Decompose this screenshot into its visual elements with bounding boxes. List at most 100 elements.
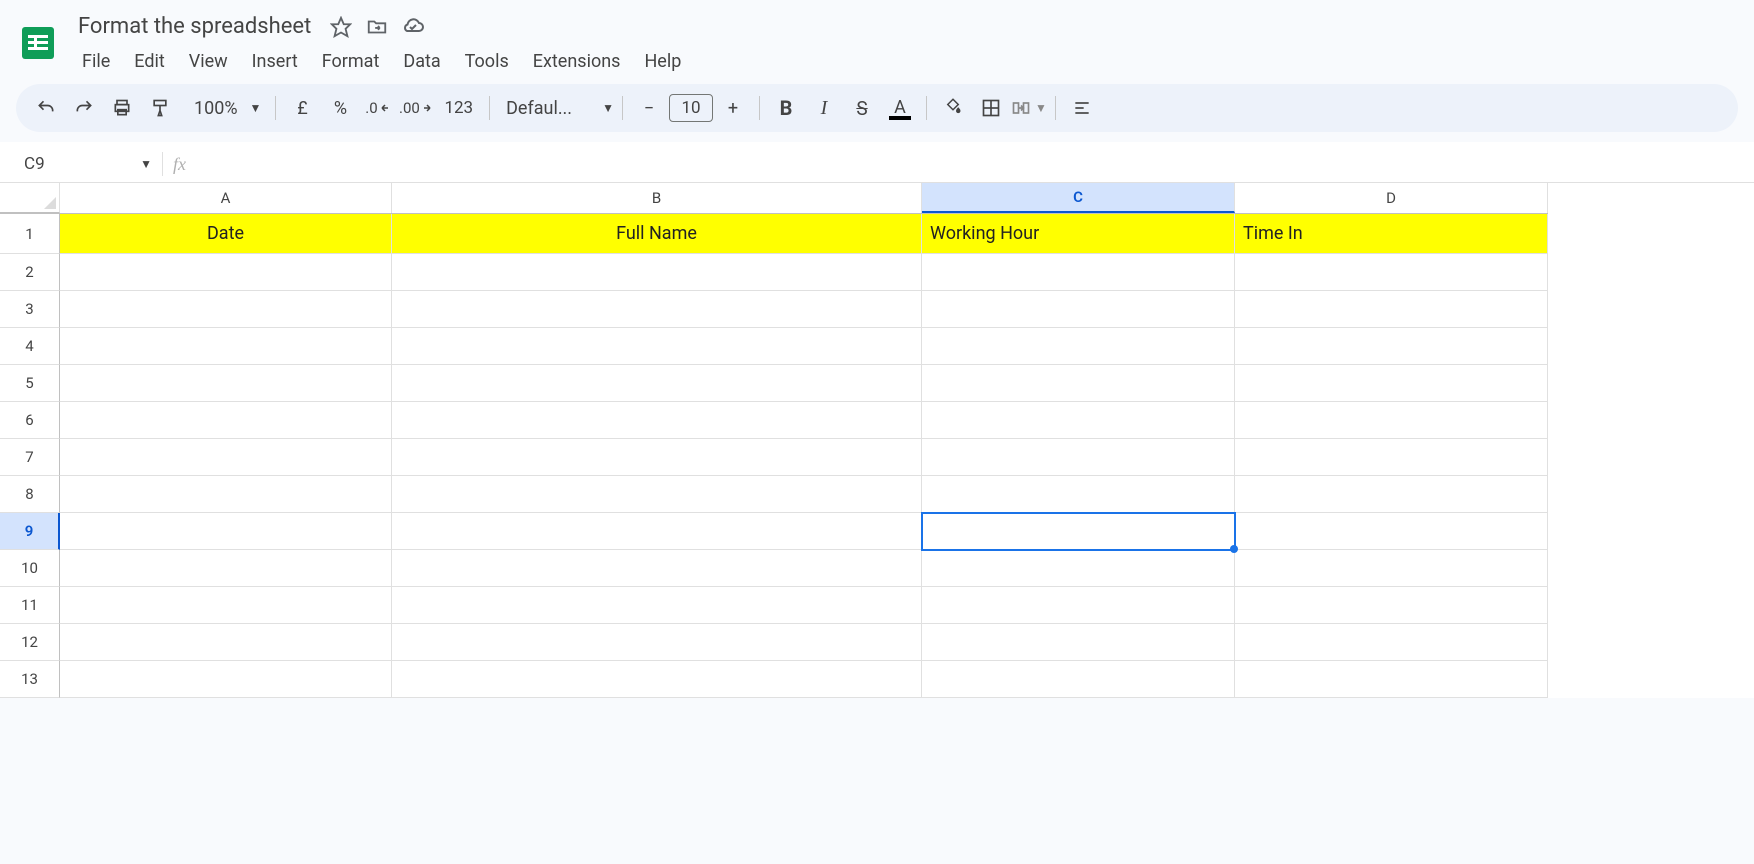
- cell-A6[interactable]: [60, 402, 392, 439]
- cell-C5[interactable]: [922, 365, 1235, 402]
- cell-C4[interactable]: [922, 328, 1235, 365]
- cell-D8[interactable]: [1235, 476, 1548, 513]
- col-header-C[interactable]: C: [922, 183, 1235, 213]
- paint-format-button[interactable]: [142, 90, 178, 126]
- cell-C3[interactable]: [922, 291, 1235, 328]
- strikethrough-button[interactable]: S: [844, 90, 880, 126]
- col-header-D[interactable]: D: [1235, 183, 1548, 213]
- menu-help[interactable]: Help: [634, 47, 691, 76]
- font-size-decrease-button[interactable]: −: [631, 90, 667, 126]
- row-header-3[interactable]: 3: [0, 291, 60, 328]
- cell-A1[interactable]: Date: [60, 214, 392, 254]
- cell-B7[interactable]: [392, 439, 922, 476]
- cell-B4[interactable]: [392, 328, 922, 365]
- font-size-input[interactable]: 10: [669, 94, 713, 122]
- cell-B6[interactable]: [392, 402, 922, 439]
- cell-B8[interactable]: [392, 476, 922, 513]
- cell-A3[interactable]: [60, 291, 392, 328]
- cell-C10[interactable]: [922, 550, 1235, 587]
- cell-D3[interactable]: [1235, 291, 1548, 328]
- cell-B1[interactable]: Full Name: [392, 214, 922, 254]
- cell-B13[interactable]: [392, 661, 922, 698]
- row-header-8[interactable]: 8: [0, 476, 60, 513]
- cell-B11[interactable]: [392, 587, 922, 624]
- currency-button[interactable]: £: [284, 90, 320, 126]
- fill-color-button[interactable]: [935, 90, 971, 126]
- row-header-6[interactable]: 6: [0, 402, 60, 439]
- number-format-button[interactable]: 123: [436, 90, 481, 126]
- cell-B9[interactable]: [392, 513, 922, 550]
- zoom-select[interactable]: 100%▼: [180, 90, 267, 126]
- font-select[interactable]: Defaul...▼: [498, 90, 614, 126]
- cell-B5[interactable]: [392, 365, 922, 402]
- cell-C6[interactable]: [922, 402, 1235, 439]
- row-header-12[interactable]: 12: [0, 624, 60, 661]
- italic-button[interactable]: I: [806, 90, 842, 126]
- menu-format[interactable]: Format: [312, 47, 390, 76]
- horizontal-align-button[interactable]: [1064, 90, 1100, 126]
- row-header-1[interactable]: 1: [0, 214, 60, 254]
- sheets-logo[interactable]: [16, 14, 60, 72]
- row-header-2[interactable]: 2: [0, 254, 60, 291]
- cloud-status-icon[interactable]: [401, 15, 425, 39]
- move-folder-icon[interactable]: [365, 15, 389, 39]
- cell-C7[interactable]: [922, 439, 1235, 476]
- cell-B10[interactable]: [392, 550, 922, 587]
- menu-extensions[interactable]: Extensions: [523, 47, 631, 76]
- cell-C2[interactable]: [922, 254, 1235, 291]
- row-header-5[interactable]: 5: [0, 365, 60, 402]
- cell-D2[interactable]: [1235, 254, 1548, 291]
- menu-tools[interactable]: Tools: [455, 47, 519, 76]
- row-header-10[interactable]: 10: [0, 550, 60, 587]
- name-box[interactable]: C9: [16, 152, 136, 176]
- cell-B2[interactable]: [392, 254, 922, 291]
- cell-A4[interactable]: [60, 328, 392, 365]
- cell-C8[interactable]: [922, 476, 1235, 513]
- cell-D13[interactable]: [1235, 661, 1548, 698]
- row-header-11[interactable]: 11: [0, 587, 60, 624]
- cell-D5[interactable]: [1235, 365, 1548, 402]
- cell-A7[interactable]: [60, 439, 392, 476]
- cell-A13[interactable]: [60, 661, 392, 698]
- redo-button[interactable]: [66, 90, 102, 126]
- menu-insert[interactable]: Insert: [242, 47, 308, 76]
- cell-C11[interactable]: [922, 587, 1235, 624]
- cell-D1[interactable]: Time In: [1235, 214, 1548, 254]
- cell-C13[interactable]: [922, 661, 1235, 698]
- cell-C9[interactable]: [922, 513, 1235, 550]
- cell-D10[interactable]: [1235, 550, 1548, 587]
- cell-D7[interactable]: [1235, 439, 1548, 476]
- cell-A2[interactable]: [60, 254, 392, 291]
- cell-D4[interactable]: [1235, 328, 1548, 365]
- col-header-A[interactable]: A: [60, 183, 392, 213]
- font-size-increase-button[interactable]: +: [715, 90, 751, 126]
- text-color-button[interactable]: A: [882, 90, 918, 126]
- menu-edit[interactable]: Edit: [124, 47, 174, 76]
- cell-D9[interactable]: [1235, 513, 1548, 550]
- menu-data[interactable]: Data: [393, 47, 450, 76]
- row-header-4[interactable]: 4: [0, 328, 60, 365]
- star-icon[interactable]: [329, 15, 353, 39]
- cell-A12[interactable]: [60, 624, 392, 661]
- cell-A9[interactable]: [60, 513, 392, 550]
- decrease-decimals-button[interactable]: .0: [360, 90, 396, 126]
- col-header-B[interactable]: B: [392, 183, 922, 213]
- row-header-9[interactable]: 9: [0, 513, 60, 550]
- menu-file[interactable]: File: [72, 47, 120, 76]
- cell-D6[interactable]: [1235, 402, 1548, 439]
- menu-view[interactable]: View: [179, 47, 238, 76]
- bold-button[interactable]: B: [768, 90, 804, 126]
- cell-C1[interactable]: Working Hour: [922, 214, 1235, 254]
- cell-A8[interactable]: [60, 476, 392, 513]
- percent-button[interactable]: %: [322, 90, 358, 126]
- undo-button[interactable]: [28, 90, 64, 126]
- name-box-dropdown[interactable]: ▼: [140, 157, 152, 171]
- select-all-corner[interactable]: [0, 183, 60, 213]
- row-header-13[interactable]: 13: [0, 661, 60, 698]
- cell-B3[interactable]: [392, 291, 922, 328]
- document-title[interactable]: Format the spreadsheet: [72, 12, 317, 41]
- cell-B12[interactable]: [392, 624, 922, 661]
- cell-A10[interactable]: [60, 550, 392, 587]
- row-header-7[interactable]: 7: [0, 439, 60, 476]
- cell-C12[interactable]: [922, 624, 1235, 661]
